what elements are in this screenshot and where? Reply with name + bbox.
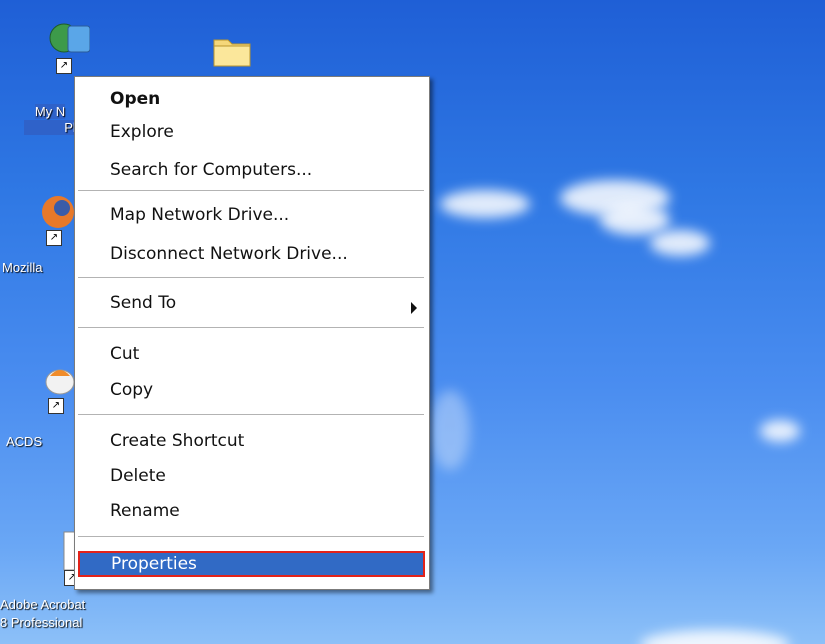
menu-separator <box>78 414 424 415</box>
menu-separator <box>78 277 424 278</box>
desktop-icon-label: Adobe Acrobat 8 Professional <box>0 597 86 630</box>
menu-item-copy[interactable]: Copy <box>110 377 153 403</box>
desktop[interactable]: ↗ My N Pl ↗ Mozilla ↗ ACDS ↗ Adobe Acrob… <box>0 0 825 644</box>
menu-item-create-shortcut[interactable]: Create Shortcut <box>110 428 244 454</box>
cloud <box>760 420 800 442</box>
menu-item-explore[interactable]: Explore <box>110 119 174 145</box>
submenu-arrow-icon <box>411 302 417 314</box>
shortcut-arrow-icon: ↗ <box>56 58 72 74</box>
shortcut-arrow-icon: ↗ <box>48 398 64 414</box>
menu-item-rename[interactable]: Rename <box>110 498 180 524</box>
shortcut-arrow-icon: ↗ <box>46 230 62 246</box>
cloud <box>600 205 670 235</box>
menu-item-open[interactable]: Open <box>110 86 160 112</box>
menu-separator <box>78 190 424 191</box>
menu-separator <box>78 536 424 537</box>
menu-item-properties[interactable]: Properties <box>78 551 425 577</box>
menu-item-search-for-computers[interactable]: Search for Computers... <box>110 157 312 183</box>
cloud <box>430 390 470 470</box>
menu-separator <box>78 327 424 328</box>
cloud <box>440 190 530 218</box>
menu-item-delete[interactable]: Delete <box>110 463 166 489</box>
menu-item-disconnect-network-drive[interactable]: Disconnect Network Drive... <box>110 241 348 267</box>
menu-item-cut[interactable]: Cut <box>110 341 139 367</box>
menu-item-send-to[interactable]: Send To <box>110 290 176 316</box>
menu-item-map-network-drive[interactable]: Map Network Drive... <box>110 202 289 228</box>
context-menu: Open Explore Search for Computers... Map… <box>74 76 430 590</box>
menu-item-label: Properties <box>111 554 197 574</box>
cloud <box>640 630 790 644</box>
cloud <box>650 230 710 256</box>
network-places-icon <box>46 18 91 62</box>
folder-icon <box>210 30 254 74</box>
